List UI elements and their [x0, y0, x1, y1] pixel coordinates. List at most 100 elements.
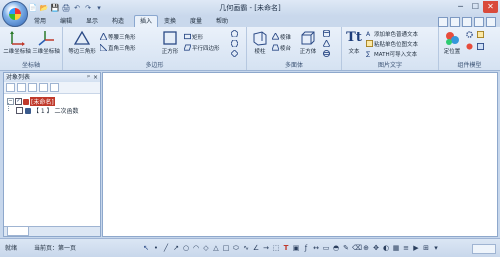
- tree-node-function[interactable]: 【 1 】 二次函数: [16, 106, 79, 115]
- coord-3d-button[interactable]: 三维坐标轴: [32, 30, 60, 55]
- coord-2d-button[interactable]: 二维坐标轴: [3, 30, 31, 55]
- cube-tool-icon[interactable]: ⬚: [272, 243, 280, 253]
- ray-tool-icon[interactable]: ↗: [172, 243, 180, 253]
- group-picture-text: Tt 文本 A 添加单色普通文本 粘贴单色位图文本 ∑ MATH可导入文本 图片文字: [342, 27, 439, 70]
- open-folder-icon[interactable]: 📂: [39, 3, 49, 13]
- tab-edit[interactable]: 编辑: [56, 16, 76, 27]
- equilateral-triangle-button[interactable]: 等边三角形: [67, 30, 97, 55]
- help-icon[interactable]: [486, 17, 496, 27]
- color-tool-icon[interactable]: ◐: [382, 243, 390, 253]
- line-tool-icon[interactable]: ╱: [162, 243, 170, 253]
- triangle-tool-icon[interactable]: △: [212, 243, 220, 253]
- curve-tool-icon[interactable]: ∿: [242, 243, 250, 253]
- square-tool-icon[interactable]: □: [222, 243, 230, 253]
- checkbox-icon[interactable]: [16, 107, 23, 114]
- bitmap-text-icon: [366, 40, 373, 47]
- square-button[interactable]: 正方形: [159, 30, 181, 55]
- component-a-button[interactable]: [466, 31, 474, 39]
- tab-transform[interactable]: 变换: [160, 16, 180, 27]
- function-tool-icon[interactable]: ƒ: [302, 243, 310, 253]
- checkbox-icon[interactable]: ✓: [15, 98, 22, 105]
- layer-tool-icon[interactable]: ≡: [402, 243, 410, 253]
- collapse-icon[interactable]: [17, 83, 26, 92]
- pentagon-button[interactable]: [231, 30, 239, 38]
- zoom-tool-icon[interactable]: ⊕: [362, 243, 370, 253]
- ruler-tool-icon[interactable]: ▭: [322, 243, 330, 253]
- isosceles-triangle-button[interactable]: 等腰三角形: [100, 33, 136, 41]
- close-button[interactable]: ✕: [483, 1, 498, 13]
- print-icon[interactable]: 🖨: [61, 3, 71, 13]
- arc-tool-icon[interactable]: ◠: [192, 243, 200, 253]
- point-tool-icon[interactable]: •: [152, 243, 160, 253]
- sphere-button[interactable]: [323, 50, 331, 58]
- frustum-button[interactable]: 棱台: [272, 44, 291, 52]
- add-plain-text-button[interactable]: A 添加单色普通文本: [366, 30, 418, 38]
- select-arrow-icon[interactable]: ↖: [142, 243, 150, 253]
- move-down-icon[interactable]: [39, 83, 48, 92]
- text-button[interactable]: Tt 文本: [345, 30, 363, 55]
- component-b-button[interactable]: [477, 31, 485, 39]
- options-icon[interactable]: [474, 17, 484, 27]
- paste-bitmap-text-button[interactable]: 粘贴单色位图文本: [366, 40, 418, 48]
- cube-button[interactable]: 正方体: [297, 30, 319, 55]
- window-icon[interactable]: [450, 17, 460, 27]
- tab-construct[interactable]: 构造: [108, 16, 128, 27]
- tab-common[interactable]: 常用: [30, 16, 50, 27]
- tab-insert[interactable]: 插入: [134, 15, 158, 27]
- angle-tool-icon[interactable]: ∠: [252, 243, 260, 253]
- undo-icon[interactable]: ↶: [72, 3, 82, 13]
- grid-tool-icon[interactable]: ▦: [392, 243, 400, 253]
- tab-display[interactable]: 显示: [82, 16, 102, 27]
- library-icon: [477, 43, 484, 50]
- circle-tool-icon[interactable]: ○: [182, 243, 190, 253]
- move-up-icon[interactable]: [28, 83, 37, 92]
- delete-icon[interactable]: [50, 83, 59, 92]
- link-tool-icon[interactable]: ⊞: [422, 243, 430, 253]
- isosceles-triangle-icon: [100, 33, 107, 40]
- text-tool-icon[interactable]: T: [282, 243, 290, 253]
- expand-icon[interactable]: [6, 83, 15, 92]
- position-button[interactable]: 定位置: [441, 30, 463, 55]
- minimize-button[interactable]: ─: [453, 1, 468, 13]
- save-icon[interactable]: 💾: [50, 3, 60, 13]
- window-title: 几何画霸 - [未命名]: [219, 4, 281, 12]
- parallelogram-button[interactable]: 平行四边形: [184, 44, 220, 52]
- customize-dropdown-icon[interactable]: ▾: [94, 3, 104, 13]
- pen-tool-icon[interactable]: ✎: [342, 243, 350, 253]
- tab-help[interactable]: 帮助: [212, 16, 232, 27]
- polygon-tool-icon[interactable]: ◇: [202, 243, 210, 253]
- drawing-canvas[interactable]: [102, 72, 498, 237]
- ellipse-tool-icon[interactable]: ⬭: [232, 243, 240, 253]
- component-c-button[interactable]: [466, 43, 474, 51]
- math-import-text-button[interactable]: ∑ MATH可导入文本: [366, 50, 417, 58]
- pane-close-icon[interactable]: ×: [93, 73, 98, 82]
- measure-tool-icon[interactable]: ↔: [312, 243, 320, 253]
- new-file-icon[interactable]: 📄: [28, 3, 38, 13]
- animate-tool-icon[interactable]: ▶: [412, 243, 420, 253]
- prism-button[interactable]: 棱柱: [250, 30, 270, 55]
- maximize-button[interactable]: ☐: [468, 1, 483, 13]
- component-d-button[interactable]: [477, 43, 485, 51]
- layout-icon[interactable]: [438, 17, 448, 27]
- tab-measure[interactable]: 度量: [186, 16, 206, 27]
- eraser-tool-icon[interactable]: ⌫: [352, 243, 362, 253]
- grid-icon[interactable]: [462, 17, 472, 27]
- app-menu-button[interactable]: [2, 1, 28, 27]
- more-tools-icon[interactable]: ▾: [432, 243, 440, 253]
- cylinder-button[interactable]: [323, 30, 331, 38]
- pan-tool-icon[interactable]: ✥: [372, 243, 380, 253]
- pyramid-button[interactable]: 棱锥: [272, 33, 291, 41]
- app-logo-icon: [9, 8, 21, 20]
- pane-tab-objects[interactable]: [7, 227, 29, 236]
- tree-node-root[interactable]: − ✓ [未命名]: [7, 97, 55, 106]
- polygon-button[interactable]: [231, 50, 239, 58]
- redo-icon[interactable]: ↷: [83, 3, 93, 13]
- cone-button[interactable]: [323, 40, 331, 48]
- protractor-tool-icon[interactable]: ◓: [332, 243, 340, 253]
- image-tool-icon[interactable]: ▣: [292, 243, 300, 253]
- pin-icon[interactable]: ᵖ: [87, 73, 90, 82]
- hexagon-button[interactable]: [231, 40, 239, 48]
- vector-tool-icon[interactable]: →: [262, 243, 270, 253]
- right-triangle-button[interactable]: 直角三角形: [100, 44, 136, 52]
- rectangle-button[interactable]: 矩形: [184, 33, 203, 41]
